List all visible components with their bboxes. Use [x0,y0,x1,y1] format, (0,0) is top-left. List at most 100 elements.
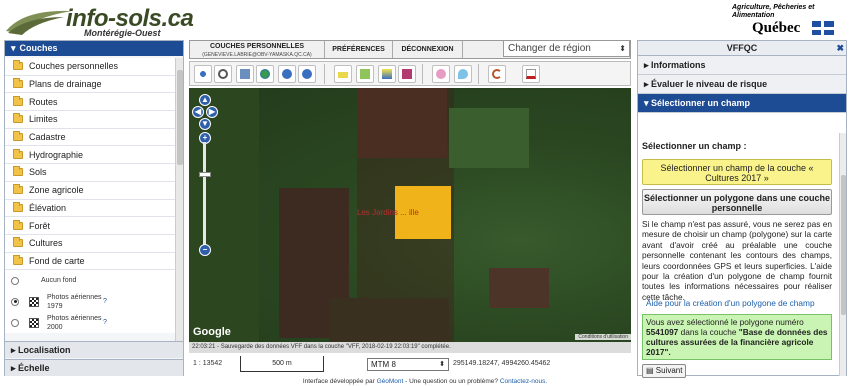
legend-button[interactable] [398,65,416,83]
legend-icon [402,69,412,79]
water-button[interactable] [454,65,472,83]
map-view[interactable]: Les Jardins ... ille ▲ ◀ ▶ ▼ + − Google … [189,88,631,342]
zoom-box-button[interactable] [214,65,232,83]
pdf-export-button[interactable] [522,65,540,83]
folder-icon [13,131,23,142]
localisation-label: Localisation [18,345,71,355]
section-risque[interactable]: ▸ Évaluer le niveau de risque [638,75,846,94]
contact-link[interactable]: Contactez-nous. [500,378,547,385]
layers-panel: ▾ Couches Couches personnelles Plans de d… [4,40,184,376]
zoom-out-map-button[interactable]: − [199,244,211,256]
gov-name: Québec [752,20,801,36]
geomont-link[interactable]: GéoMont [377,378,404,385]
pan-down-button[interactable]: ▼ [199,118,211,130]
basemap-radio[interactable] [11,276,19,285]
measure-area-button[interactable] [356,65,374,83]
collapse-arrow-icon: ▾ [11,43,16,53]
select-tool-button[interactable] [236,65,254,83]
zoom-out-button[interactable] [298,65,316,83]
folder-icon [13,113,23,124]
basemap-label: Aucun fond [41,277,77,285]
layer-item[interactable]: Cadastre [5,128,175,147]
layer-item[interactable]: Hydrographie [5,146,175,165]
layer-item[interactable]: Zone agricole [5,181,175,200]
map-toolbar [189,61,631,86]
scale-bar: 500 m [240,356,324,372]
layer-label: Hydrographie [29,149,84,160]
ruler-icon [338,72,348,78]
folder-icon [13,201,23,212]
help-icon[interactable]: ? [103,319,107,326]
water-drop-icon [458,69,468,79]
basemap-photos-2000[interactable]: Photos aériennes 2000 ? [5,312,175,334]
layer-list: Couches personnelles Plans de drainage R… [5,58,175,334]
scrollbar-thumb[interactable] [177,70,183,165]
layer-item[interactable]: Limites [5,111,175,129]
zoom-slider-handle[interactable] [199,172,211,177]
layer-item[interactable]: Plans de drainage [5,75,175,94]
layer-item[interactable]: Routes [5,93,175,112]
zoom-slider[interactable] [203,142,206,246]
layer-label: Cultures [29,238,63,249]
next-button[interactable]: ▤ Suivant [642,364,686,378]
section-selectionner-champ[interactable]: ▾ Sélectionner un champ [638,94,846,113]
scale-bar-area: 1 : 13542 500 m MTM 8 ⬍ 295149.18247, 49… [189,355,631,375]
section-informations[interactable]: ▸ Informations [638,56,846,75]
help-icon[interactable]: ? [103,298,107,305]
layer-item[interactable]: Cultures [5,234,175,253]
folder-icon [13,78,23,89]
close-icon[interactable]: ✖ [836,41,844,56]
info-sols-logo[interactable]: info-sols.ca Montérégie-Ouest [4,3,194,38]
identify-button[interactable] [432,65,450,83]
layers-panel-header[interactable]: ▾ Couches [5,41,183,56]
vffqc-panel: VFFQC ✖ ▸ Informations ▸ Évaluer le nive… [637,40,847,378]
layer-item[interactable]: Couches personnelles [5,58,175,76]
globe-button[interactable] [256,65,274,83]
zoom-control: ▲ ◀ ▶ ▼ + − [192,94,218,262]
select-polygon-button[interactable]: Sélectionner un polygone dans une couche… [642,189,832,215]
panel-scrollbar[interactable] [839,133,846,376]
nav-couches-personnelles[interactable]: COUCHES PERSONNELLES (GENEVIEVE.LABRIE@O… [190,41,325,58]
logo-subtitle: Montérégie-Ouest [84,28,161,38]
folder-icon [13,95,23,106]
localisation-section[interactable]: ▸ Localisation [5,341,183,358]
basemap-thumbnail-icon [29,296,39,307]
nav-deconnexion[interactable]: DÉCONNEXION [393,41,463,58]
profile-icon [382,69,392,79]
magnifier-icon [218,69,228,79]
layer-item[interactable]: Sols [5,164,175,182]
layer-item[interactable]: Élévation [5,199,175,218]
zoom-in-button[interactable] [278,65,296,83]
basemap-none[interactable]: Aucun fond [5,270,175,292]
refresh-button[interactable] [488,65,506,83]
profile-button[interactable] [378,65,396,83]
layer-label: Plans de drainage [29,79,102,90]
basemap-radio[interactable] [11,297,19,306]
polygon-help-link[interactable]: Aide pour la création d'un polygone de c… [646,298,815,308]
region-select[interactable]: Changer de région ⬍ [503,40,630,57]
layers-scrollbar[interactable] [175,58,183,358]
pan-right-button[interactable]: ▶ [206,106,218,118]
map-terms-link[interactable]: Conditions d'utilisation [575,334,631,340]
nav-preferences[interactable]: PRÉFÉRENCES [325,41,393,58]
toolbar-separator [478,64,479,84]
basemap-label: Photos aériennes 1979 [47,293,102,310]
basemap-label: Photos aériennes 2000 [47,314,102,331]
folder-icon [13,219,23,230]
zoom-out-icon [302,69,312,79]
nav-user-email: (GENEVIEVE.LABRIE@OBV-YAMASKA.QC.CA) [202,52,312,58]
pan-tool-button[interactable] [194,65,212,83]
pan-left-button[interactable]: ◀ [192,106,204,118]
pan-up-button[interactable]: ▲ [199,94,211,106]
select-field-prompt: Sélectionner un champ : [642,141,747,151]
basemap-radio[interactable] [11,318,19,327]
select-field-cultures-button[interactable]: Sélectionner un champ de la couche « Cul… [642,159,832,185]
measure-distance-button[interactable] [334,65,352,83]
basemap-photos-1979[interactable]: Photos aériennes 1979 ? [5,291,175,313]
echelle-section[interactable]: ▸ Échelle [5,359,183,376]
layer-item[interactable]: Forêt [5,217,175,235]
scrollbar-thumb[interactable] [841,175,846,315]
layer-item[interactable]: Fond de carte [5,252,175,271]
selected-prefix: Vous avez sélectionné le polygone numéro [646,317,804,327]
projection-select[interactable]: MTM 8 ⬍ [367,358,449,371]
